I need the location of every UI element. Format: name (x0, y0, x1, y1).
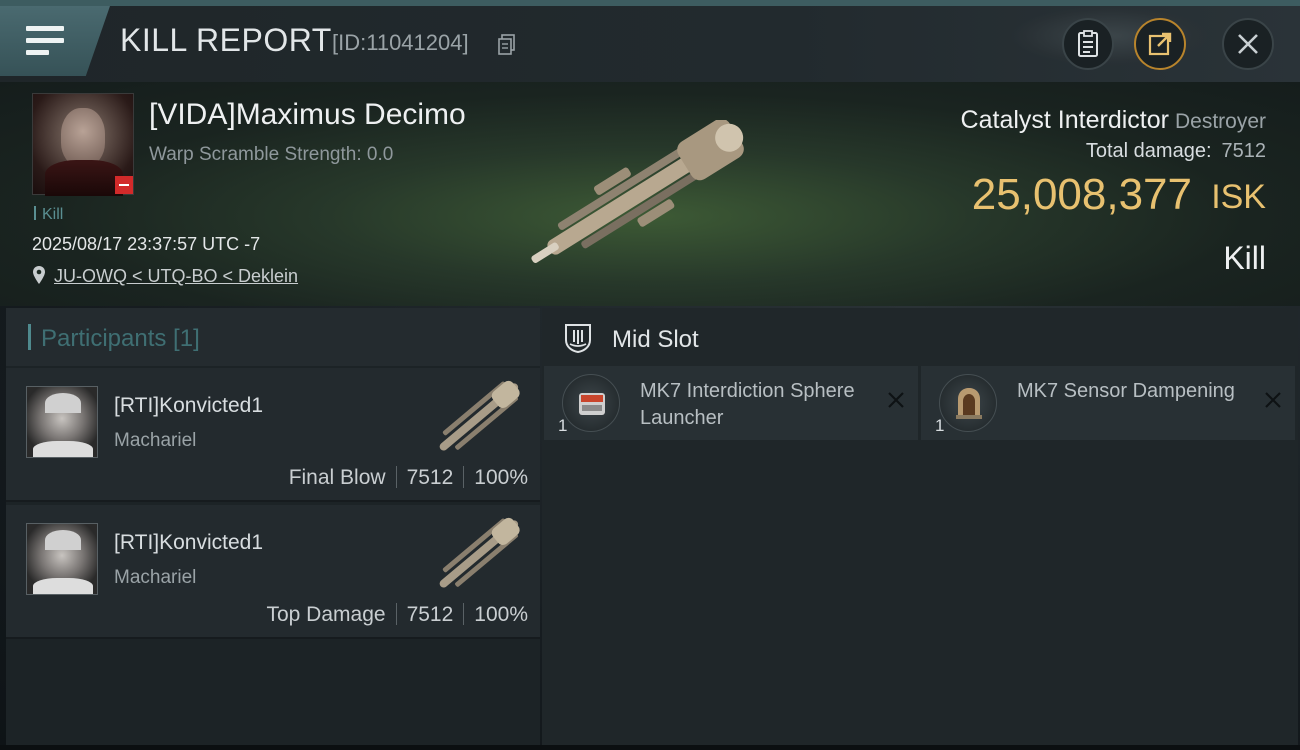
kill-result: Kill (1223, 240, 1266, 276)
report-id: [ID:11041204] (332, 30, 469, 55)
participant-portrait[interactable] (26, 386, 98, 458)
close-icon (1238, 34, 1258, 54)
participant-row[interactable]: [RTI]Konvicted1 Machariel Top Damage 7512… (6, 505, 540, 639)
warp-scramble-strength: Warp Scramble Strength: 0.0 (149, 144, 394, 165)
module-name: MK7 Interdiction Sphere Launcher (640, 380, 855, 429)
participant-damage: 7512 (406, 603, 454, 626)
total-damage: Total damage: 7512 (1086, 140, 1266, 163)
destroyed-x-icon (1265, 392, 1281, 408)
participant-stats: Top Damage 7512 100% (266, 603, 528, 627)
kill-datetime: 2025/08/17 23:37:57 UTC -7 (32, 234, 261, 254)
participant-ship-image[interactable] (422, 374, 534, 464)
participant-percent: 100% (474, 466, 528, 489)
standing-minus-icon (115, 176, 133, 194)
total-damage-value: 7512 (1221, 140, 1267, 162)
copy-icon[interactable] (498, 34, 516, 56)
participant-damage: 7512 (406, 466, 454, 489)
participant-ship-image[interactable] (422, 511, 534, 601)
destroyed-x-icon (888, 392, 904, 408)
participant-role: Top Damage (266, 603, 386, 626)
participant-ship: Machariel (114, 567, 197, 588)
participants-title[interactable]: Participants [1] (28, 324, 200, 353)
participant-ship: Machariel (114, 430, 197, 451)
sensor-dampener-icon (939, 374, 997, 432)
isk-value: 25,008,377 (971, 170, 1192, 219)
participant-role: Final Blow (288, 466, 386, 489)
module-item[interactable]: 1 MK7 Sensor Dampening (921, 366, 1295, 440)
participant-row[interactable]: [RTI]Konvicted1 Machariel Final Blow 7512… (6, 368, 540, 502)
participant-portrait[interactable] (26, 523, 98, 595)
module-quantity: 1 (558, 416, 568, 435)
close-button[interactable] (1222, 18, 1274, 70)
clipboard-icon (1078, 30, 1098, 57)
kill-report-window: KILL REPORT [ID:11041204] [VIDA]Maximus … (0, 0, 1300, 750)
victim-ship-name[interactable]: Catalyst Interdictor (961, 106, 1169, 134)
participant-name[interactable]: [RTI]Konvicted1 (114, 531, 263, 555)
page-title: KILL REPORT (120, 22, 332, 58)
hamburger-menu-icon (26, 26, 64, 56)
participant-name[interactable]: [RTI]Konvicted1 (114, 394, 263, 418)
location-pin-icon (33, 266, 45, 284)
isk-unit: ISK (1211, 178, 1266, 216)
participant-stats: Final Blow 7512 100% (289, 466, 528, 490)
location-link[interactable]: JU-OWQ < UTQ-BO < Deklein (54, 266, 298, 287)
share-button[interactable] (1134, 18, 1186, 70)
victim-ship-line: Catalyst Interdictor Destroyer (961, 106, 1266, 135)
bottom-edge (0, 745, 1300, 750)
total-damage-label: Total damage: (1085, 140, 1212, 162)
clipboard-button[interactable] (1062, 18, 1114, 70)
participant-percent: 100% (474, 603, 528, 626)
module-quantity: 1 (935, 416, 945, 435)
module-name: MK7 Sensor Dampening (1017, 380, 1235, 402)
victim-ship-class: Destroyer (1174, 110, 1266, 133)
share-icon (1148, 32, 1172, 56)
interdiction-launcher-icon (562, 374, 620, 432)
kill-tag: Kill (34, 206, 63, 224)
victim-name[interactable]: [VIDA]Maximus Decimo (149, 98, 466, 132)
module-item[interactable]: 1 MK7 Interdiction Sphere Launcher (544, 366, 918, 440)
victim-ship-image[interactable] (515, 120, 780, 270)
slot-title: Mid Slot (612, 326, 699, 353)
mid-slot-icon (565, 324, 591, 354)
